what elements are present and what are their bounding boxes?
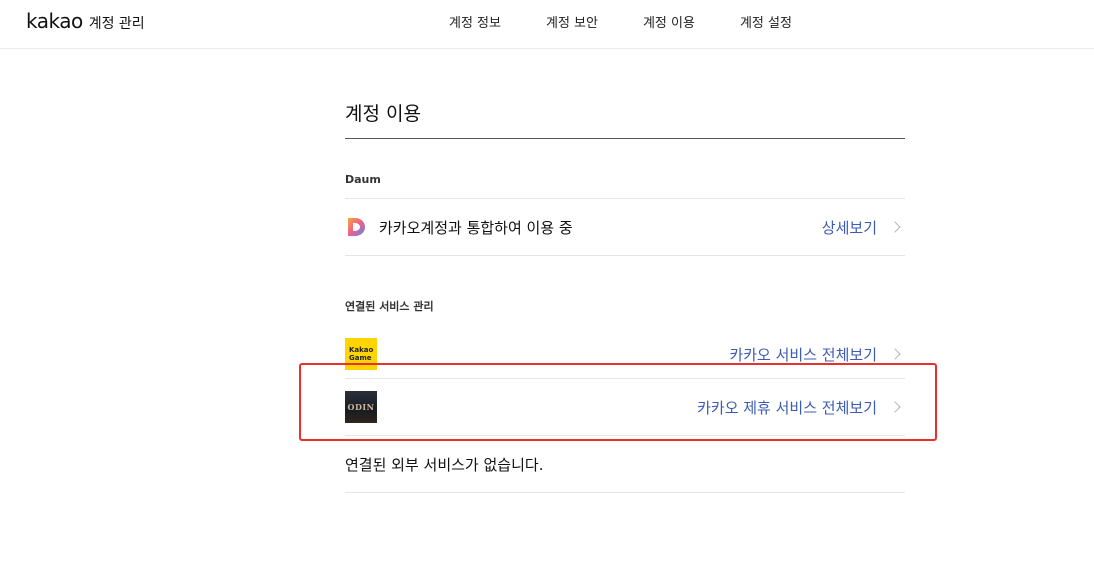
chevron-right-icon	[889, 401, 901, 413]
page-title: 계정 이용	[345, 100, 905, 139]
kakao-services-all-label: 카카오 서비스 전체보기	[729, 345, 877, 364]
linked-services-label: 연결된 서비스 관리	[345, 300, 434, 313]
odin-icon-text: ODIN	[347, 402, 375, 412]
external-services-empty-text: 연결된 외부 서비스가 없습니다.	[345, 455, 544, 474]
daum-section-label: Daum	[345, 173, 381, 186]
daum-row: 카카오계정과 통합하여 이용 중 상세보기	[345, 198, 905, 256]
logo-wordmark: kakao	[26, 9, 83, 33]
kakao-game-icon-text-1: Kakao	[349, 346, 374, 354]
kakao-services-row: Kakao Game 카카오 서비스 전체보기	[345, 330, 905, 379]
partner-services-all-label: 카카오 제휴 서비스 전체보기	[697, 398, 877, 417]
top-header: kakao 계정 관리 계정 정보 계정 보안 계정 이용 계정 설정	[0, 0, 1094, 49]
odin-game-icon: ODIN	[345, 391, 377, 423]
partner-services-row: ODIN 카카오 제휴 서비스 전체보기	[345, 379, 905, 436]
partner-services-all-link[interactable]: 카카오 제휴 서비스 전체보기	[697, 397, 905, 418]
chevron-right-icon	[889, 348, 901, 360]
daum-icon	[348, 218, 365, 236]
kakao-logo[interactable]: kakao 계정 관리	[26, 9, 145, 33]
nav-account-info[interactable]: 계정 정보	[449, 12, 501, 31]
main-content: 계정 이용 Daum 카카오계정과 통합하여 이용 중 상세보기 연결된 서비스…	[345, 100, 905, 493]
logo-subtitle: 계정 관리	[88, 16, 145, 32]
nav-account-usage[interactable]: 계정 이용	[643, 12, 695, 31]
nav-account-settings[interactable]: 계정 설정	[740, 12, 792, 31]
daum-status-text: 카카오계정과 통합하여 이용 중	[379, 218, 573, 237]
chevron-right-icon	[889, 221, 901, 233]
daum-detail-link[interactable]: 상세보기	[822, 217, 905, 238]
kakao-game-icon-text-2: Game	[349, 354, 372, 362]
kakao-services-all-link[interactable]: 카카오 서비스 전체보기	[729, 344, 905, 365]
main-nav: 계정 정보 계정 보안 계정 이용 계정 설정	[449, 12, 837, 31]
nav-account-security[interactable]: 계정 보안	[546, 12, 598, 31]
daum-detail-label: 상세보기	[821, 218, 877, 237]
kakao-game-icon: Kakao Game	[345, 338, 377, 370]
external-services-row: 연결된 외부 서비스가 없습니다.	[345, 436, 905, 493]
